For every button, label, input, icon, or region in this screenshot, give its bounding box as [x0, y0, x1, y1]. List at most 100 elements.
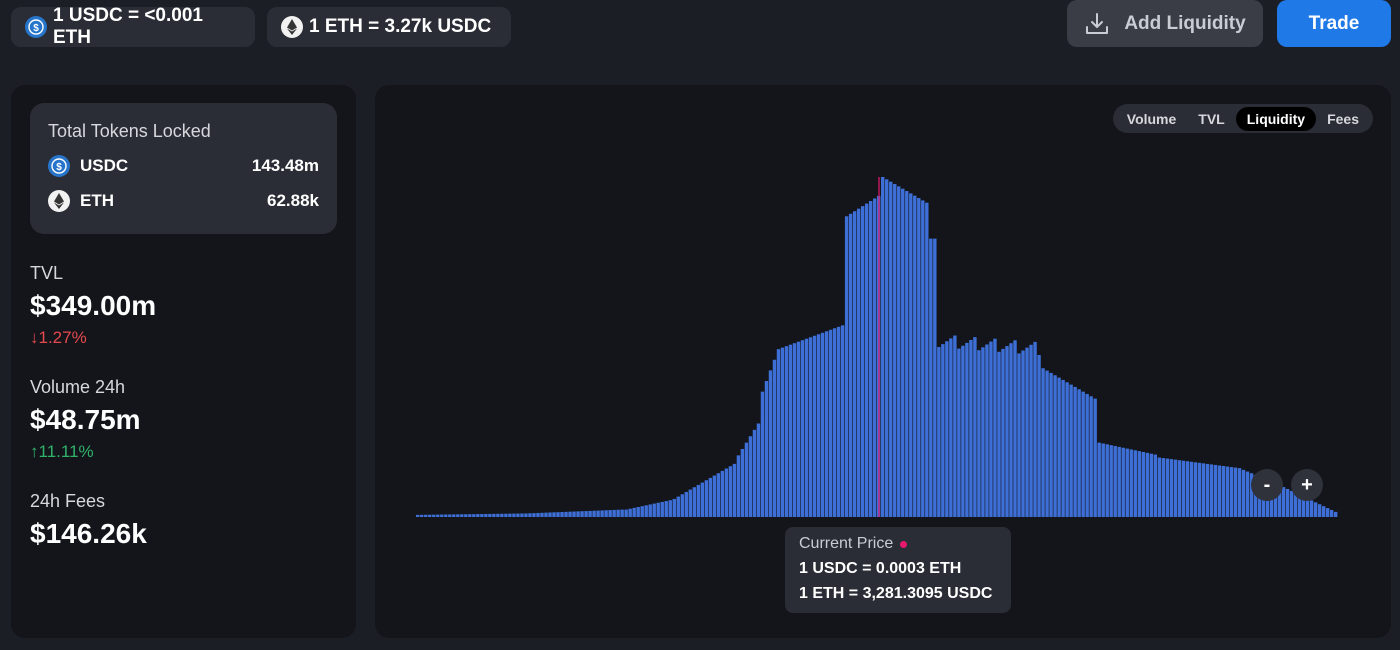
- liquidity-bar: [860, 206, 865, 518]
- liquidity-bar: [736, 455, 741, 518]
- rate-pill-usdc[interactable]: $ 1 USDC = <0.001 ETH: [11, 5, 255, 48]
- liquidity-bar: [792, 343, 797, 517]
- liquidity-bar: [1181, 460, 1186, 517]
- liquidity-bar: [620, 509, 624, 517]
- liquidity-bar: [452, 514, 456, 517]
- liquidity-bar: [472, 514, 476, 517]
- liquidity-bar: [700, 482, 705, 517]
- liquidity-bar: [428, 514, 432, 517]
- liquidity-bar: [1137, 451, 1141, 518]
- liquidity-bar: [812, 335, 817, 517]
- liquidity-bar: [520, 513, 524, 517]
- liquidity-bar: [1053, 375, 1057, 517]
- liquidity-bar: [600, 510, 604, 517]
- liquidity-bar: [528, 513, 532, 517]
- liquidity-bar: [832, 328, 837, 517]
- liquidity-bar: [772, 359, 777, 517]
- rate-pill-eth[interactable]: 1 ETH = 3.27k USDC: [267, 7, 511, 47]
- liquidity-bar: [989, 341, 993, 517]
- liquidity-bar: [997, 351, 1001, 517]
- total-tokens-locked-card: Total Tokens Locked $ USDC 143.48m ETH 6…: [30, 103, 337, 234]
- tvl-value: $349.00m: [30, 290, 157, 321]
- liquidity-bar: [708, 477, 713, 517]
- liquidity-bar: [1001, 348, 1005, 517]
- tvl-change: ↓1.27%: [30, 328, 87, 347]
- liquidity-bar: [560, 512, 564, 517]
- usdc-icon: $: [25, 16, 47, 38]
- liquidity-bar: [901, 188, 905, 517]
- liquidity-bar: [692, 487, 697, 517]
- liquidity-bar: [712, 475, 717, 517]
- svg-text:$: $: [33, 23, 39, 34]
- liquidity-bar: [1309, 500, 1314, 517]
- volume-metric: Volume 24h $48.75m ↑11.11%: [30, 377, 141, 462]
- liquidity-bar: [720, 470, 725, 517]
- liquidity-bar: [768, 370, 773, 518]
- liquidity-bar: [1313, 502, 1318, 517]
- liquidity-bar: [1033, 341, 1037, 517]
- liquidity-bar: [905, 191, 909, 517]
- liquidity-bar: [1009, 343, 1013, 517]
- liquidity-bar: [464, 514, 468, 517]
- liquidity-bar: [1193, 462, 1198, 517]
- eth-icon: [281, 16, 303, 38]
- liquidity-bar: [716, 473, 721, 517]
- liquidity-bar: [592, 510, 596, 517]
- liquidity-bar: [808, 337, 813, 517]
- liquidity-bar: [836, 326, 841, 517]
- liquidity-bar: [612, 509, 616, 517]
- liquidity-bar: [1157, 457, 1162, 517]
- liquidity-bar: [921, 200, 925, 518]
- liquidity-bar: [640, 506, 644, 517]
- liquidity-bar: [656, 502, 660, 517]
- liquidity-bar: [1285, 488, 1290, 517]
- liquidity-bar: [1329, 509, 1334, 517]
- liquidity-bar: [1101, 443, 1105, 518]
- trade-button[interactable]: Trade: [1277, 0, 1391, 47]
- zoom-in-button[interactable]: +: [1291, 469, 1323, 501]
- liquidity-bar: [724, 468, 729, 517]
- liquidity-bar: [596, 510, 600, 517]
- liquidity-bar: [1097, 442, 1101, 518]
- liquidity-bar: [668, 500, 672, 517]
- liquidity-bar: [636, 507, 640, 517]
- liquidity-bar: [436, 514, 440, 517]
- liquidity-bar: [844, 216, 849, 517]
- liquidity-bar: [1281, 487, 1286, 517]
- fees-value: $146.26k: [30, 518, 147, 549]
- liquidity-bar: [488, 513, 492, 517]
- liquidity-bar: [544, 512, 548, 517]
- liquidity-bar: [889, 181, 893, 518]
- liquidity-bar: [820, 332, 825, 517]
- chart-panel: Volume TVL Liquidity Fees - + Current Pr…: [375, 85, 1391, 638]
- liquidity-bar: [780, 347, 785, 517]
- liquidity-bar: [552, 512, 556, 517]
- liquidity-bar: [941, 344, 945, 517]
- liquidity-bar: [756, 423, 761, 517]
- liquidity-bar: [676, 496, 680, 517]
- ttl-title: Total Tokens Locked: [48, 121, 211, 141]
- liquidity-bar: [424, 514, 428, 517]
- liquidity-bar: [1105, 444, 1109, 517]
- liquidity-bar: [1037, 354, 1041, 517]
- liquidity-bar: [828, 329, 833, 517]
- add-liquidity-button[interactable]: Add Liquidity: [1067, 0, 1263, 47]
- liquidity-bar: [824, 331, 829, 517]
- liquidity-bar: [925, 202, 929, 517]
- liquidity-bar: [796, 341, 801, 517]
- liquidity-bar: [580, 511, 584, 517]
- eth-icon: [48, 190, 70, 212]
- liquidity-bar: [1321, 506, 1326, 517]
- liquidity-bar: [1077, 389, 1081, 517]
- liquidity-bar: [480, 514, 484, 517]
- liquidity-bar: [1125, 448, 1129, 517]
- liquidity-bar: [1129, 449, 1133, 518]
- liquidity-bar: [1305, 498, 1310, 517]
- liquidity-bar: [476, 514, 480, 517]
- liquidity-bar: [616, 509, 620, 517]
- liquidity-bar: [949, 338, 953, 517]
- liquidity-bar: [1229, 467, 1234, 517]
- liquidity-bar: [1069, 384, 1073, 517]
- liquidity-bar: [1189, 461, 1194, 517]
- zoom-out-button[interactable]: -: [1251, 469, 1283, 501]
